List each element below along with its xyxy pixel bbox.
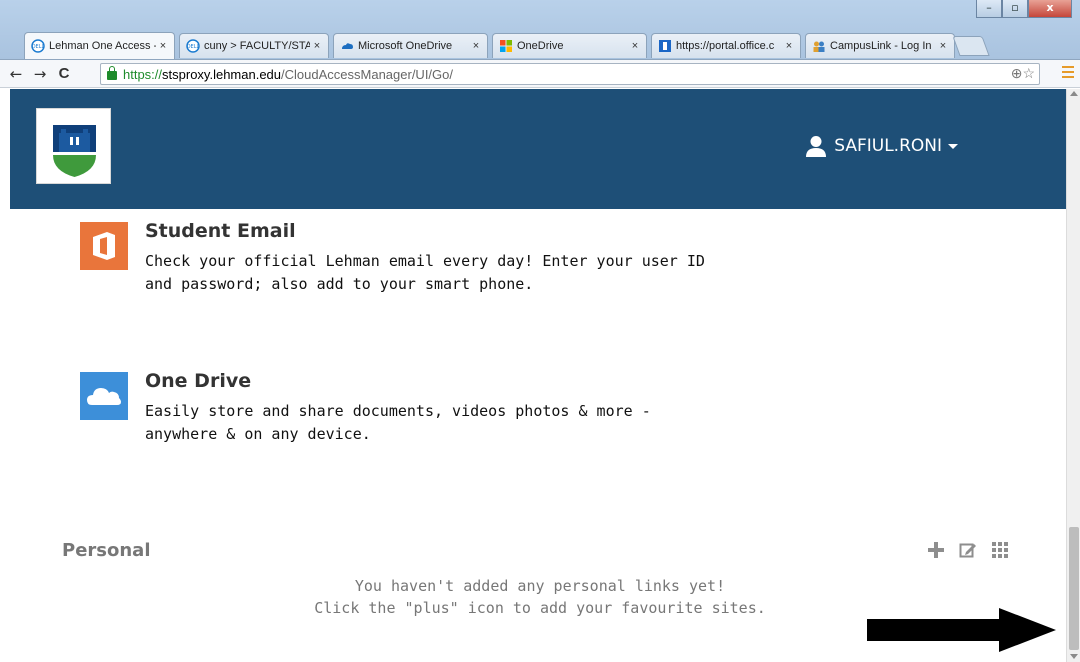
app-card-body: One Drive Easily store and share documen…: [145, 370, 725, 446]
chrome-menu-icon[interactable]: [1062, 66, 1074, 81]
chevron-down-icon: [948, 143, 958, 149]
maximize-button[interactable]: ▫: [1002, 0, 1028, 18]
personal-section-title: Personal: [62, 540, 151, 561]
app-description: Check your official Lehman email every d…: [145, 252, 705, 293]
user-icon: [806, 136, 827, 157]
cloud-icon[interactable]: [80, 372, 128, 420]
app-title[interactable]: Student Email: [145, 220, 725, 242]
tab-title: CampusLink - Log In: [830, 40, 932, 52]
app-title[interactable]: One Drive: [145, 370, 725, 392]
scroll-down-icon[interactable]: [1070, 654, 1078, 659]
app-card-body: Student Email Check your official Lehman…: [145, 220, 725, 296]
plus-icon[interactable]: [926, 540, 946, 560]
browser-tab-cuny[interactable]: DELL cuny > FACULTY/STA ×: [179, 33, 329, 58]
scroll-up-icon[interactable]: [1070, 91, 1078, 96]
browser-tab-onedrive[interactable]: OneDrive ×: [492, 33, 647, 58]
tab-close-icon[interactable]: ×: [310, 40, 324, 52]
annotation-arrow-icon: [867, 608, 1056, 652]
browser-toolbar: ← → C https://stsproxy.lehman.edu/CloudA…: [0, 60, 1080, 88]
grid-icon[interactable]: [990, 540, 1010, 560]
portal-header: SAFIUL.RONI: [10, 89, 1066, 209]
lehman-college-logo[interactable]: [36, 108, 111, 184]
tab-title: Lehman One Access -: [49, 40, 156, 52]
user-menu[interactable]: SAFIUL.RONI: [805, 135, 958, 157]
page-viewport: SAFIUL.RONI Student Email Check your off…: [0, 89, 1066, 662]
dell-logo-icon: DELL: [31, 39, 45, 53]
tab-close-icon[interactable]: ×: [628, 40, 642, 52]
url-scheme: https://: [123, 66, 163, 82]
office-icon[interactable]: [80, 222, 128, 270]
scrollbar-thumb[interactable]: [1069, 527, 1079, 650]
dell-logo-icon: DELL: [186, 39, 200, 53]
app-description: Easily store and share documents, videos…: [145, 402, 651, 443]
window-controls: – ▫ x: [976, 0, 1072, 18]
svg-text:DELL: DELL: [32, 44, 45, 50]
url-path: /CloudAccessManager/UI/Go/: [281, 66, 453, 82]
tab-title: OneDrive: [517, 40, 564, 52]
microsoft-logo-icon: [500, 40, 512, 52]
lock-icon: [107, 66, 117, 80]
back-button[interactable]: ←: [4, 65, 28, 83]
tab-close-icon[interactable]: ×: [156, 40, 170, 52]
forward-button[interactable]: →: [28, 65, 52, 83]
reload-button[interactable]: C: [52, 65, 76, 82]
lehman-logo-icon: [53, 125, 96, 177]
user-name: SAFIUL.RONI: [834, 136, 942, 156]
tab-close-icon[interactable]: ×: [782, 40, 796, 52]
office-icon: [659, 40, 671, 52]
browser-tab-lehman[interactable]: DELL Lehman One Access - ×: [24, 32, 175, 59]
app-card-one-drive[interactable]: One Drive Easily store and share documen…: [80, 370, 725, 446]
tab-close-icon[interactable]: ×: [469, 40, 483, 52]
minimize-button[interactable]: –: [976, 0, 1002, 18]
tab-title: https://portal.office.c: [676, 40, 775, 52]
browser-tab-office-portal[interactable]: https://portal.office.c ×: [651, 33, 801, 58]
personal-empty-message: You haven't added any personal links yet…: [200, 575, 880, 619]
empty-message-line: You haven't added any personal links yet…: [354, 577, 726, 595]
empty-message-line: Click the "plus" icon to add your favour…: [314, 599, 766, 617]
page-scrollbar[interactable]: [1066, 89, 1080, 662]
close-window-button[interactable]: x: [1028, 0, 1072, 18]
personal-toolbar: [926, 540, 1010, 560]
browser-tab-campuslink[interactable]: CampusLink - Log In ×: [805, 33, 955, 58]
browser-titlebar: – ▫ x DELL Lehman One Access - × DELL cu…: [0, 0, 1080, 60]
new-tab-button[interactable]: [952, 36, 990, 56]
edit-icon[interactable]: [958, 540, 978, 560]
browser-tab-microsoft-onedrive[interactable]: Microsoft OneDrive ×: [333, 33, 488, 58]
zoom-bookmark-icons[interactable]: ⊕☆: [1011, 65, 1035, 82]
tab-title: Microsoft OneDrive: [358, 40, 453, 52]
tab-close-icon[interactable]: ×: [936, 40, 950, 52]
onedrive-cloud-icon: [342, 43, 353, 49]
svg-text:DELL: DELL: [187, 44, 200, 50]
tab-title: cuny > FACULTY/STA: [204, 40, 310, 52]
address-bar[interactable]: https://stsproxy.lehman.edu/CloudAccessM…: [100, 63, 1040, 85]
url-host: stsproxy.lehman.edu: [162, 66, 282, 82]
app-card-student-email[interactable]: Student Email Check your official Lehman…: [80, 220, 725, 296]
campuslink-icon: [813, 41, 825, 52]
